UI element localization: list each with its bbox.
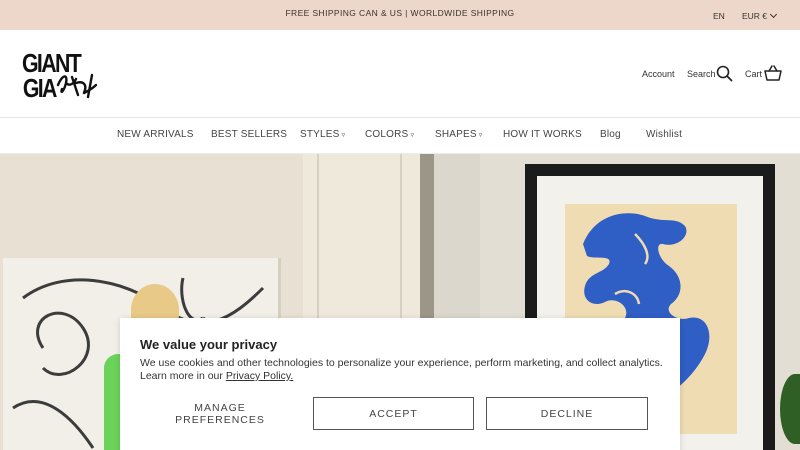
giant-art-logo[interactable]: GIANT GIA bbox=[22, 45, 102, 104]
nav-wishlist[interactable]: Wishlist bbox=[646, 129, 682, 140]
decline-button[interactable]: DECLINE bbox=[486, 397, 648, 430]
main-nav: NEW ARRIVALS BEST SELLERS STYLES ▿ COLORS… bbox=[0, 118, 800, 154]
manage-preferences-button[interactable]: MANAGE PREFERENCES bbox=[160, 397, 280, 430]
account-link[interactable]: Account bbox=[642, 69, 675, 79]
nav-new-arrivals[interactable]: NEW ARRIVALS bbox=[117, 129, 194, 140]
svg-text:GIA: GIA bbox=[23, 74, 57, 103]
currency-label: EUR € bbox=[742, 11, 768, 21]
privacy-policy-link[interactable]: Privacy Policy. bbox=[226, 370, 294, 382]
cookie-description: We use cookies and other technologies to… bbox=[140, 357, 663, 382]
search-link[interactable]: Search bbox=[687, 69, 716, 79]
language-selector[interactable]: EN bbox=[713, 11, 725, 21]
cookie-title: We value your privacy bbox=[140, 337, 278, 352]
nav-how-it-works[interactable]: HOW IT WORKS bbox=[503, 129, 582, 140]
cookie-body: We use cookies and other technologies to… bbox=[140, 357, 665, 383]
shipping-message: FREE SHIPPING CAN & US | WORLDWIDE SHIPP… bbox=[285, 8, 515, 18]
cart-icon[interactable] bbox=[764, 65, 782, 81]
dropdown-triangle-icon: ▿ bbox=[478, 132, 483, 139]
accept-button[interactable]: ACCEPT bbox=[313, 397, 474, 430]
nav-shapes[interactable]: SHAPES ▿ bbox=[435, 129, 483, 140]
cart-link[interactable]: Cart bbox=[745, 69, 762, 79]
nav-styles[interactable]: STYLES ▿ bbox=[300, 129, 345, 140]
dropdown-triangle-icon: ▿ bbox=[410, 132, 415, 139]
nav-best-sellers[interactable]: BEST SELLERS bbox=[211, 129, 287, 140]
announcement-bar: FREE SHIPPING CAN & US | WORLDWIDE SHIPP… bbox=[0, 0, 800, 30]
currency-selector[interactable]: EUR € bbox=[742, 10, 778, 21]
cookie-consent-dialog: We value your privacy We use cookies and… bbox=[120, 318, 680, 450]
nav-colors[interactable]: COLORS ▿ bbox=[365, 129, 414, 140]
site-header: GIANT GIA Account Search Cart bbox=[0, 30, 800, 118]
chevron-down-icon bbox=[770, 10, 778, 19]
dropdown-triangle-icon: ▿ bbox=[341, 132, 346, 139]
search-icon[interactable] bbox=[716, 65, 733, 82]
nav-blog[interactable]: Blog bbox=[600, 129, 621, 140]
